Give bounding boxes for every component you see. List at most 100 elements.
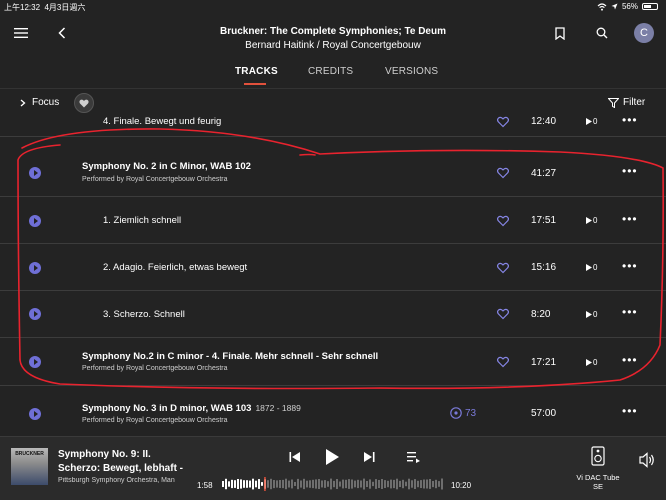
now-playing-title-line2: Scherzo: Bewegt, lebhaft -	[58, 463, 184, 474]
track-row[interactable]: 2. Adagio. Feierlich, etwas bewegt 15:16…	[0, 244, 666, 291]
track-duration: 17:21	[531, 357, 557, 368]
performer: Performed by Royal Concertgebouw Orchest…	[82, 176, 228, 183]
track-row[interactable]: Symphony No. 3 in D minor, WAB 103 1872 -…	[0, 386, 666, 434]
next-button[interactable]	[361, 449, 377, 465]
heart-outline-icon[interactable]	[497, 262, 509, 274]
waveform-bar	[267, 480, 269, 488]
waveform-bar	[432, 481, 434, 488]
heart-outline-icon[interactable]	[497, 308, 509, 320]
track-row[interactable]: 1. Ziemlich schnell 17:51 0 •••	[0, 197, 666, 244]
location-icon	[611, 3, 618, 10]
total-time: 10:20	[451, 481, 472, 490]
heart-outline-icon[interactable]	[497, 167, 509, 179]
track-duration: 12:40	[531, 116, 557, 127]
performer: Performed by Royal Concertgebouw Orchest…	[82, 417, 228, 424]
skip-next-icon	[364, 452, 375, 462]
track-duration: 8:20	[531, 309, 551, 320]
more-options-button[interactable]: •••	[622, 305, 638, 319]
waveform-bar	[288, 480, 290, 488]
waveform-bar	[414, 479, 416, 489]
more-options-button[interactable]: •••	[622, 212, 638, 226]
album-art[interactable]: BRUCKNER	[11, 448, 48, 485]
waveform-bar	[366, 481, 368, 487]
track-row[interactable]: Symphony No. 2 in C Minor, WAB 102 Perfo…	[0, 137, 666, 197]
focus-button[interactable]: Focus	[20, 97, 59, 108]
play-pause-button[interactable]	[322, 447, 342, 467]
album-subtitle: Bernard Haitink / Royal Concertgebouw	[245, 40, 421, 51]
track-duration: 17:51	[531, 215, 557, 226]
waveform-bar	[438, 481, 440, 487]
device-name: Vi DAC Tube SE	[576, 473, 620, 491]
track-row[interactable]: 3. Scherzo. Schnell 8:20 0 •••	[0, 291, 666, 338]
versions-count[interactable]: 73	[450, 407, 476, 419]
performer: Performed by Royal Concertgebouw Orchest…	[82, 365, 228, 372]
more-options-button[interactable]: •••	[622, 404, 638, 418]
track-title: 3. Scherzo. Schnell	[103, 309, 185, 320]
bookmark-icon	[555, 26, 565, 40]
status-time: 上午12:32 4月3日週六	[4, 3, 86, 12]
tab-credits[interactable]: CREDITS	[308, 66, 353, 77]
heart-outline-icon[interactable]	[497, 215, 509, 227]
search-icon	[596, 27, 608, 39]
tab-tracks[interactable]: TRACKS	[235, 66, 278, 77]
queue-button[interactable]	[406, 449, 422, 465]
play-button[interactable]	[29, 356, 41, 368]
waveform-bar	[411, 480, 413, 488]
waveform-bar	[327, 481, 329, 487]
waveform-bar	[348, 479, 350, 489]
now-playing-bar: BRUCKNER Symphony No. 9: II. Scherzo: Be…	[0, 436, 666, 500]
waveform-seekbar[interactable]	[222, 477, 444, 491]
bookmark-button[interactable]	[553, 25, 567, 41]
tab-versions[interactable]: VERSIONS	[385, 66, 438, 77]
battery-icon	[642, 3, 658, 10]
track-duration: 57:00	[531, 408, 557, 419]
play-small-icon	[586, 311, 592, 318]
track-title: 2. Adagio. Feierlich, etwas bewegt	[103, 262, 248, 273]
waveform-bar	[231, 479, 233, 489]
heart-outline-icon[interactable]	[497, 356, 509, 368]
speaker-icon	[591, 446, 605, 466]
elapsed-time: 1:58	[197, 481, 213, 490]
audio-device-button[interactable]: Vi DAC Tube SE	[573, 446, 623, 491]
waveform-bar	[324, 480, 326, 488]
more-options-button[interactable]: •••	[622, 113, 638, 127]
work-title: Symphony No. 2 in C Minor, WAB 102	[82, 161, 251, 172]
queue-icon	[407, 452, 420, 463]
search-button[interactable]	[594, 25, 610, 41]
play-button[interactable]	[29, 215, 41, 227]
waveform-bar	[228, 481, 230, 487]
waveform-bar	[279, 480, 281, 488]
waveform-bar	[345, 479, 347, 489]
track-row[interactable]: 4. Finale. Bewegt und feurig 12:40 0 •••	[0, 113, 666, 137]
filter-row: Focus Filter	[0, 88, 666, 116]
track-row[interactable]: Symphony No.2 in C minor - 4. Finale. Me…	[0, 338, 666, 386]
waveform-bar	[396, 478, 398, 490]
avatar[interactable]: C	[634, 23, 654, 43]
tab-bar: TRACKS CREDITS VERSIONS	[0, 60, 666, 86]
waveform-bar	[261, 482, 263, 486]
filter-button[interactable]: Filter	[608, 97, 645, 108]
more-options-button[interactable]: •••	[622, 353, 638, 367]
waveform-bar	[249, 480, 251, 488]
play-button[interactable]	[29, 308, 41, 320]
play-small-icon	[586, 118, 592, 125]
more-options-button[interactable]: •••	[622, 164, 638, 178]
waveform-bar	[237, 479, 239, 489]
volume-icon	[639, 452, 654, 468]
favorite-filter-button[interactable]	[74, 93, 94, 113]
heart-outline-icon[interactable]	[497, 116, 509, 128]
previous-button[interactable]	[287, 449, 303, 465]
play-button[interactable]	[29, 167, 41, 179]
waveform-bar	[309, 480, 311, 488]
play-button[interactable]	[29, 408, 41, 420]
play-button[interactable]	[29, 262, 41, 274]
waveform-bar	[378, 480, 380, 488]
waveform-bar	[402, 479, 404, 489]
more-options-button[interactable]: •••	[622, 259, 638, 273]
wifi-icon	[597, 2, 607, 11]
waveform-bar	[441, 478, 443, 490]
volume-button[interactable]	[638, 451, 656, 469]
waveform-bar	[381, 479, 383, 489]
waveform-bar	[426, 479, 428, 489]
play-count: 0	[586, 263, 597, 272]
